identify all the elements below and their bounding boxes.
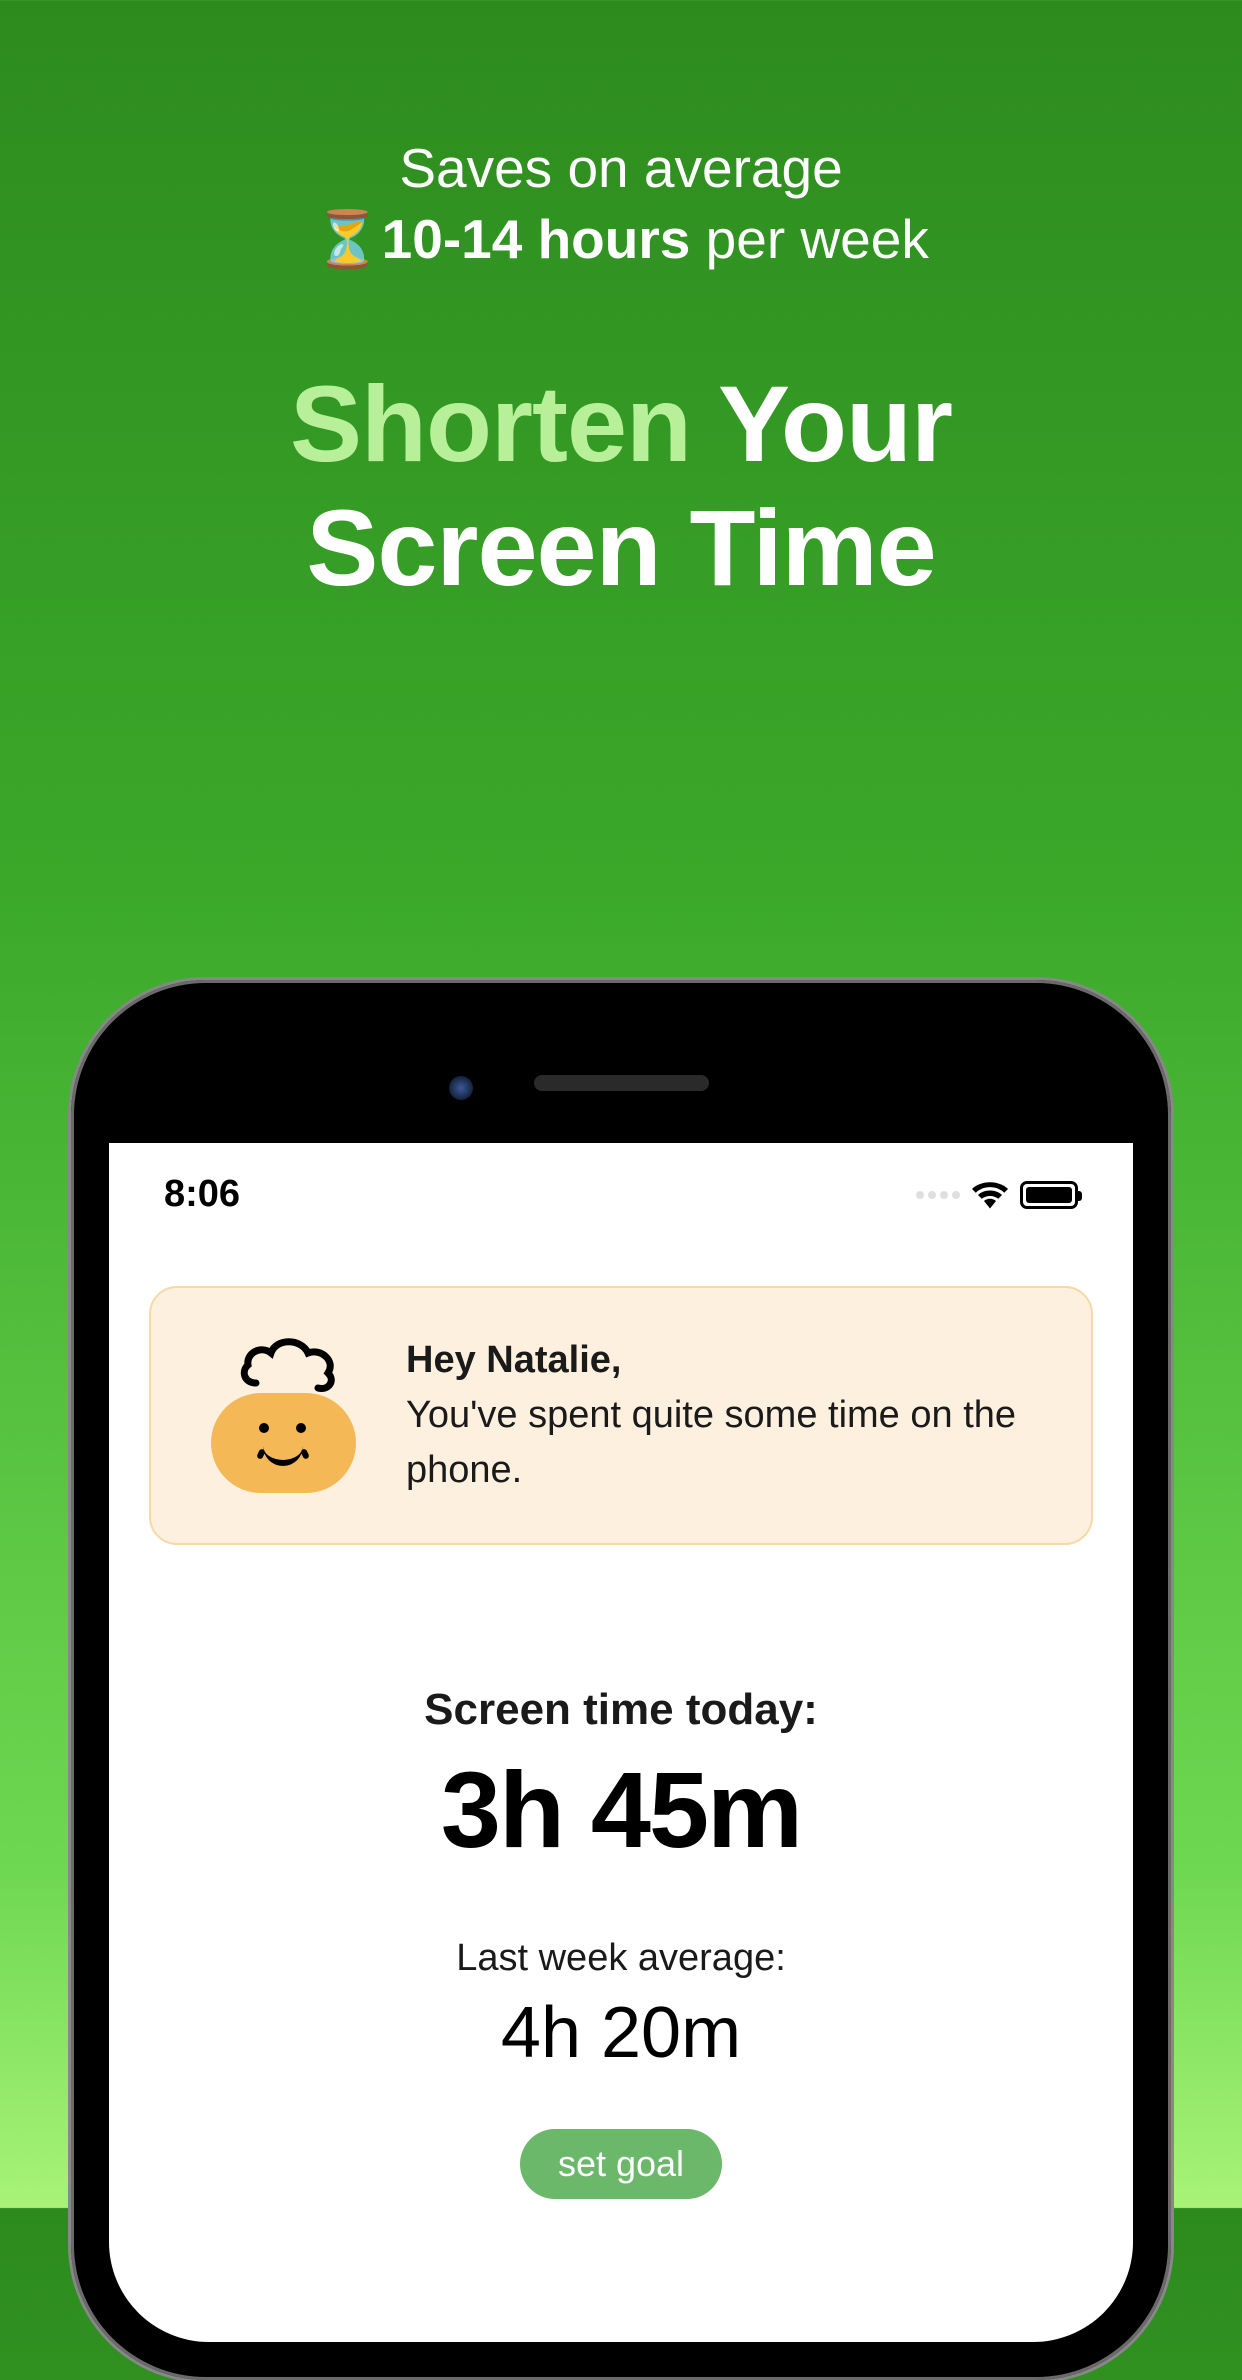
status-right [916, 1181, 1078, 1209]
wifi-icon [972, 1181, 1008, 1209]
phone-screen: 8:06 [109, 1143, 1133, 2342]
promo-title-accent: Shorten [290, 363, 691, 484]
phone-notch [109, 1018, 1133, 1143]
last-week-avg-label: Last week average: [109, 1937, 1133, 1980]
battery-icon [1020, 1181, 1078, 1209]
phone-frame: 8:06 [71, 980, 1171, 2380]
status-time: 8:06 [164, 1173, 240, 1216]
screen-time-today-label: Screen time today: [109, 1685, 1133, 1735]
screen-time-today-value: 3h 45m [109, 1747, 1133, 1872]
greeting-name: Hey Natalie, [406, 1333, 1041, 1388]
promo-subtitle-line1: Saves on average [0, 130, 1242, 207]
stats-section: Screen time today: 3h 45m Last week aver… [109, 1685, 1133, 2199]
greeting-card: Hey Natalie, You've spent quite some tim… [149, 1286, 1093, 1545]
phone-speaker-icon [534, 1075, 709, 1091]
phone-camera-icon [449, 1076, 473, 1100]
signal-icon [916, 1191, 960, 1199]
last-week-avg-value: 4h 20m [109, 1992, 1133, 2074]
greeting-message: You've spent quite some time on the phon… [406, 1388, 1041, 1498]
greeting-text: Hey Natalie, You've spent quite some tim… [406, 1333, 1041, 1498]
status-bar: 8:06 [109, 1143, 1133, 1236]
promo-per-week: per week [690, 208, 928, 270]
mascot-icon [201, 1338, 366, 1493]
promo-title-line2: Screen Time [306, 487, 935, 608]
promo-hours-bold: 10-14 hours [382, 208, 691, 270]
promo-title: Shorten Your Screen Time [0, 362, 1242, 610]
phone-inner: 8:06 [91, 1000, 1151, 2360]
set-goal-button[interactable]: set goal [520, 2129, 722, 2199]
promo-header: Saves on average ⏳10-14 hours per week S… [0, 0, 1242, 610]
promo-title-your: Your [691, 363, 952, 484]
promo-subtitle-line2: ⏳10-14 hours per week [0, 207, 1242, 272]
hourglass-icon: ⏳ [313, 208, 381, 270]
